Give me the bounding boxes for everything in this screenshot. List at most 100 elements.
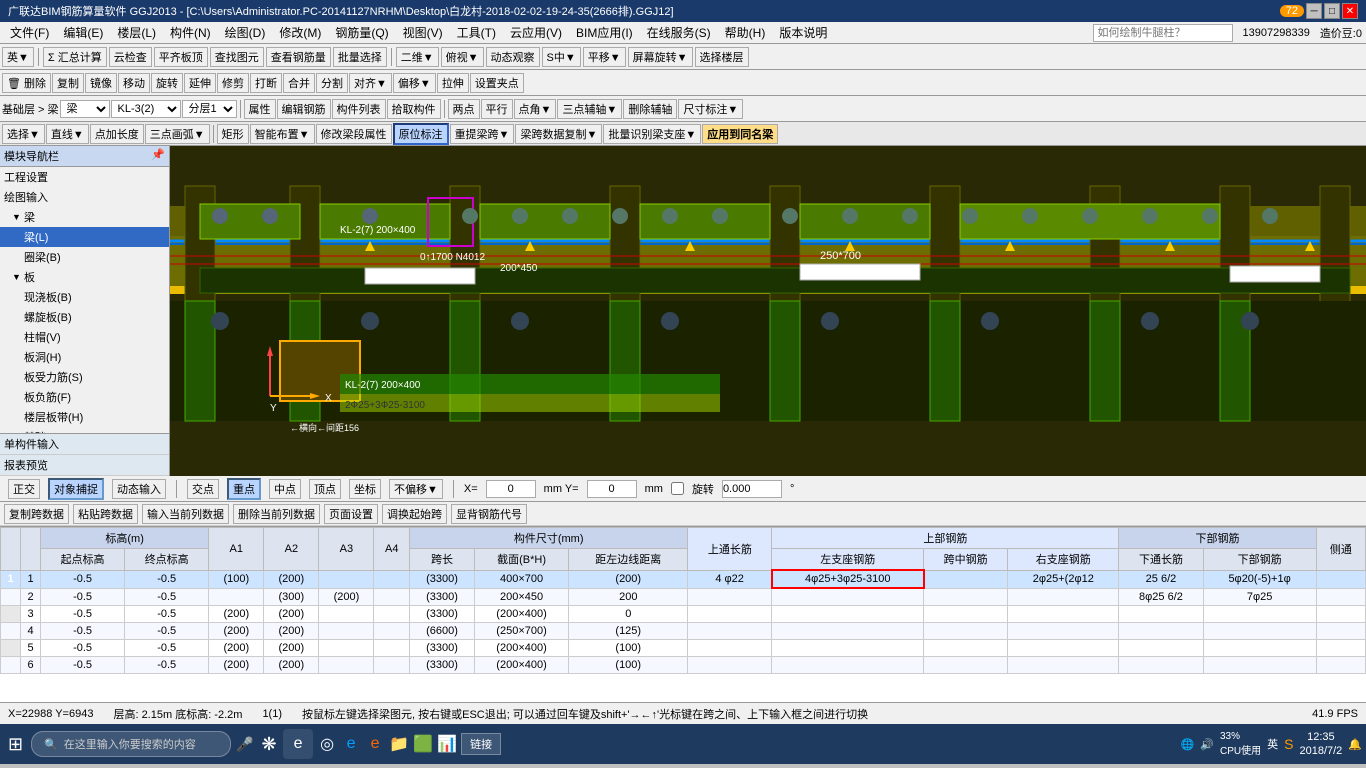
cell-a3[interactable] [319,570,374,588]
menu-version[interactable]: 版本说明 [773,22,833,43]
maximize-button[interactable]: □ [1324,3,1340,19]
cell-right-seat[interactable] [1008,588,1119,605]
cell-a3[interactable] [319,605,374,622]
extend-btn[interactable]: 延伸 [184,73,216,93]
cell-start-elev[interactable]: -0.5 [41,570,125,588]
taskbar-app-link[interactable]: 链接 [461,733,501,755]
cell-dist[interactable]: (100) [569,656,688,673]
cell-top-thru[interactable] [688,588,772,605]
smart-place-btn[interactable]: 智能布置▼ [250,124,315,144]
cell-start-elev[interactable]: -0.5 [41,639,125,656]
cell-right-seat[interactable] [1008,639,1119,656]
intersection-btn[interactable]: 交点 [187,479,219,499]
beam-id-select[interactable]: KL-3(2) [111,100,181,118]
lang-btn[interactable]: 英▼ [2,47,34,67]
cell-left-seat[interactable] [772,656,924,673]
cell-section[interactable]: 400×700 [474,570,568,588]
menu-modify[interactable]: 修改(M) [273,22,327,43]
rotate-btn[interactable]: 旋转 [151,73,183,93]
screen-rotate-btn[interactable]: 屏幕旋转▼ [628,47,693,67]
report-preview[interactable]: 报表预览 [0,455,169,476]
cell-left-seat[interactable]: 4φ25+3φ25-3100 [772,570,924,588]
cell-end-elev[interactable]: -0.5 [125,588,209,605]
sidebar-item-slab-hole[interactable]: 板洞(H) [0,347,169,367]
cell-bot[interactable] [1203,622,1316,639]
cell-right-seat[interactable]: 2φ25+(2φ12 [1008,570,1119,588]
cell-mid[interactable] [924,605,1008,622]
offset-btn[interactable]: 偏移▼ [393,73,436,93]
cell-top-thru[interactable]: 4 φ22 [688,570,772,588]
cell-top-thru[interactable] [688,656,772,673]
cell-right-seat[interactable] [1008,622,1119,639]
cell-span[interactable]: (3300) [410,605,475,622]
rotate-input[interactable] [722,480,782,498]
cell-left-seat[interactable] [772,605,924,622]
batch-select-btn[interactable]: 批量选择 [333,47,387,67]
cell-bot-thru[interactable] [1119,639,1203,656]
menu-draw[interactable]: 绘图(D) [219,22,272,43]
cell-seq[interactable]: 5 [21,639,41,656]
cell-section[interactable]: (200×400) [474,605,568,622]
endpoint-btn[interactable]: 重点 [227,478,261,500]
cell-top-thru[interactable] [688,605,772,622]
notification-icon[interactable]: 🔔 [1348,738,1362,751]
cell-a2[interactable]: (200) [264,570,319,588]
cell-right-seat[interactable] [1008,605,1119,622]
vertex-btn[interactable]: 顶点 [309,479,341,499]
modify-beam-prop-btn[interactable]: 修改梁段属性 [316,124,392,144]
del-aux-btn[interactable]: 删除辅轴 [623,99,677,119]
sidebar-item-slab-neg[interactable]: 板负筋(F) [0,387,169,407]
cell-bot-thru[interactable]: 8φ25 6/2 [1119,588,1203,605]
cell-bot-thru[interactable] [1119,622,1203,639]
point-add-len-btn[interactable]: 点加长度 [90,124,144,144]
point-angle-btn[interactable]: 点角▼ [514,99,557,119]
menu-cloud[interactable]: 云应用(V) [504,22,568,43]
cell-a4[interactable] [374,622,410,639]
menu-file[interactable]: 文件(F) [4,22,55,43]
cell-start-elev[interactable]: -0.5 [41,622,125,639]
menu-view[interactable]: 视图(V) [397,22,449,43]
cell-mid[interactable] [924,656,1008,673]
property-btn[interactable]: 属性 [244,99,276,119]
cell-a4[interactable] [374,570,410,588]
copy-span-data-btn[interactable]: 复制跨数据 [4,504,69,524]
rect-btn[interactable]: 矩形 [217,124,249,144]
view-btn[interactable]: 俯视▼ [441,47,484,67]
no-offset-btn[interactable]: 不偏移▼ [389,479,443,499]
cell-a1[interactable] [209,588,264,605]
view-rebar-btn[interactable]: 查看钢筋量 [266,47,331,67]
cell-end-elev[interactable]: -0.5 [125,605,209,622]
cell-a3[interactable] [319,639,374,656]
2d-btn[interactable]: 二维▼ [396,47,439,67]
cell-mid[interactable] [924,639,1008,656]
y-input[interactable] [587,480,637,498]
lang-indicator[interactable]: 英 [1267,736,1278,752]
menu-bim[interactable]: BIM应用(I) [570,22,639,43]
sidebar-item-beam-group[interactable]: ▼梁 [0,207,169,227]
close-button[interactable]: ✕ [1342,3,1358,19]
cell-left-seat[interactable] [772,588,924,605]
minimize-button[interactable]: ─ [1306,3,1322,19]
cell-bot[interactable]: 7φ25 [1203,588,1316,605]
cell-section[interactable]: (200×400) [474,656,568,673]
midpoint-btn[interactable]: 中点 [269,479,301,499]
pan-btn[interactable]: 平移▼ [583,47,626,67]
menu-rebar[interactable]: 钢筋量(Q) [329,22,394,43]
cell-a1[interactable]: (200) [209,639,264,656]
cell-bot[interactable] [1203,605,1316,622]
menu-online[interactable]: 在线服务(S) [641,22,717,43]
show-rebar-code-btn[interactable]: 显背钢筋代号 [451,504,527,524]
dim-btn[interactable]: 尺寸标注▼ [678,99,743,119]
dynamic-btn[interactable]: 动态观察 [486,47,540,67]
cell-left-seat[interactable] [772,639,924,656]
sidebar-item-floor-band[interactable]: 楼层板带(H) [0,407,169,427]
cell-bot[interactable]: 5φ20(-5)+1φ [1203,570,1316,588]
paste-span-data-btn[interactable]: 粘贴跨数据 [73,504,138,524]
cell-seq[interactable]: 6 [21,656,41,673]
ortho-btn[interactable]: 正交 [8,479,40,499]
menu-edit[interactable]: 编辑(E) [57,22,109,43]
sidebar-item-cast-slab[interactable]: 现浇板(B) [0,287,169,307]
sidebar-item-slab-group[interactable]: ▼板 [0,267,169,287]
help-search-input[interactable] [1093,24,1233,42]
cell-seq[interactable]: 4 [21,622,41,639]
